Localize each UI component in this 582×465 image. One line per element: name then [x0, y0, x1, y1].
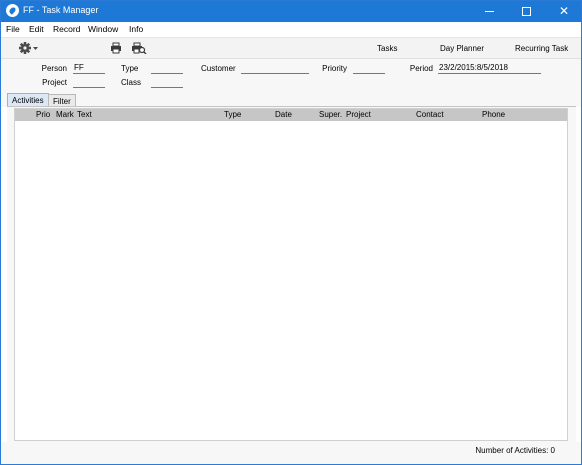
type-field[interactable] — [151, 63, 183, 74]
status-bar: Number of Activities: 0 — [1, 442, 581, 464]
col-mark[interactable]: Mark — [56, 110, 74, 119]
toolbar: Tasks Day Planner Recurring Task — [1, 37, 581, 59]
customer-label: Customer — [201, 64, 236, 73]
menu-record[interactable]: Record — [53, 24, 80, 34]
activities-list[interactable]: Prio Mark Text Type Date Super. Project … — [14, 108, 568, 441]
period-field[interactable]: 23/2/2015:8/5/2018 — [438, 63, 541, 74]
gear-icon[interactable] — [18, 41, 40, 55]
print-icon[interactable] — [110, 42, 122, 56]
maximize-button[interactable] — [509, 1, 545, 22]
type-label: Type — [121, 64, 139, 73]
col-type[interactable]: Type — [224, 110, 241, 119]
col-date[interactable]: Date — [275, 110, 292, 119]
header-fields: Person FF Type Customer Priority Period … — [1, 59, 581, 95]
priority-label: Priority — [322, 64, 347, 73]
minimize-icon — [485, 11, 494, 12]
col-phone[interactable]: Phone — [482, 110, 505, 119]
tasks-button[interactable]: Tasks — [377, 44, 397, 53]
menu-info[interactable]: Info — [129, 24, 143, 34]
close-button[interactable]: ✕ — [546, 1, 582, 22]
print-preview-icon[interactable] — [131, 42, 147, 56]
close-icon: ✕ — [558, 4, 570, 18]
minimize-button[interactable] — [471, 1, 507, 22]
project-label: Project — [42, 78, 67, 87]
task-manager-window: FF - Task Manager ✕ File Edit Record Win… — [0, 0, 582, 465]
project-field[interactable] — [73, 77, 105, 88]
window-title: FF - Task Manager — [23, 5, 99, 15]
class-label: Class — [121, 78, 142, 87]
title-bar[interactable]: FF - Task Manager ✕ — [1, 1, 581, 22]
col-text[interactable]: Text — [77, 110, 92, 119]
person-label: Person — [41, 64, 67, 73]
list-header: Prio Mark Text Type Date Super. Project … — [15, 109, 567, 121]
tab-bar: Activities Filter — [1, 91, 581, 108]
col-contact[interactable]: Contact — [416, 110, 444, 119]
maximize-icon — [522, 7, 531, 16]
customer-field[interactable] — [241, 63, 309, 74]
menu-file[interactable]: File — [6, 24, 20, 34]
person-field[interactable]: FF — [73, 63, 105, 74]
menu-bar: File Edit Record Window Info — [1, 22, 581, 37]
period-label: Period — [409, 64, 433, 73]
recurring-task-button[interactable]: Recurring Task — [515, 44, 568, 53]
col-project[interactable]: Project — [346, 110, 371, 119]
class-field[interactable] — [151, 77, 183, 88]
priority-field[interactable] — [353, 63, 385, 74]
activities-count: Number of Activities: 0 — [475, 446, 555, 455]
menu-edit[interactable]: Edit — [29, 24, 44, 34]
col-prio[interactable]: Prio — [36, 110, 50, 119]
activities-panel: Prio Mark Text Type Date Super. Project … — [7, 106, 576, 442]
day-planner-button[interactable]: Day Planner — [440, 44, 484, 53]
app-icon — [6, 4, 19, 17]
tab-activities[interactable]: Activities — [7, 93, 49, 107]
col-super[interactable]: Super. — [319, 110, 342, 119]
menu-window[interactable]: Window — [88, 24, 118, 34]
